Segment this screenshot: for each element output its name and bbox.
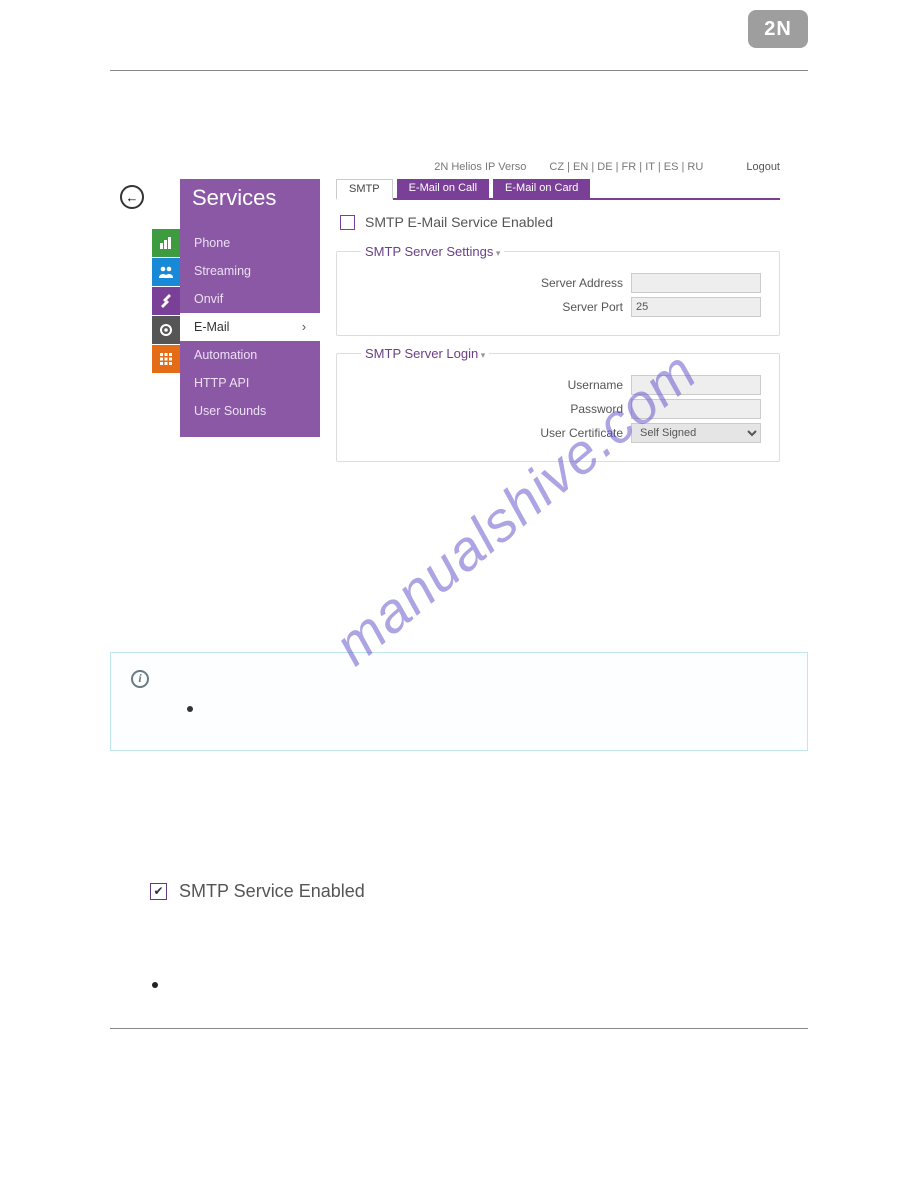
tab-email-on-call[interactable]: E-Mail on Call bbox=[397, 179, 489, 198]
smtp-enable-row: SMTP E-Mail Service Enabled bbox=[336, 200, 780, 244]
info-note-box: i bbox=[110, 652, 808, 751]
logout-link[interactable]: Logout bbox=[746, 161, 780, 173]
tools-icon[interactable] bbox=[152, 287, 180, 315]
grid-icon[interactable] bbox=[152, 345, 180, 373]
group-smtp-server-legend[interactable]: SMTP Server Settings bbox=[361, 244, 504, 259]
group-smtp-login-legend[interactable]: SMTP Server Login bbox=[361, 346, 489, 361]
brand-logo: 2N bbox=[748, 10, 808, 48]
tab-email-on-card[interactable]: E-Mail on Card bbox=[493, 179, 590, 198]
row-user-certificate: User Certificate Self Signed bbox=[355, 423, 761, 443]
sidebar-item-email[interactable]: E-Mail bbox=[180, 313, 320, 341]
select-user-certificate[interactable]: Self Signed bbox=[631, 423, 761, 443]
product-name: 2N Helios IP Verso bbox=[434, 161, 526, 173]
language-switcher[interactable]: CZ | EN | DE | FR | IT | ES | RU bbox=[549, 161, 703, 173]
tab-smtp[interactable]: SMTP bbox=[336, 179, 393, 200]
sidebar-title: Services bbox=[180, 179, 320, 229]
input-username[interactable] bbox=[631, 375, 761, 395]
standalone-label: SMTP Service Enabled bbox=[179, 881, 365, 902]
label-user-certificate: User Certificate bbox=[540, 426, 623, 440]
icon-strip bbox=[152, 229, 180, 437]
row-server-address: Server Address bbox=[355, 273, 761, 293]
label-username: Username bbox=[568, 378, 623, 392]
input-server-port[interactable] bbox=[631, 297, 761, 317]
sidebar: Services Phone Streaming Onvif E-Mail Au… bbox=[180, 179, 320, 437]
standalone-checkbox[interactable] bbox=[150, 883, 167, 900]
info-bullet bbox=[187, 706, 193, 712]
group-smtp-login: SMTP Server Login Username Password User… bbox=[336, 346, 780, 462]
label-password: Password bbox=[570, 402, 623, 416]
input-server-address[interactable] bbox=[631, 273, 761, 293]
top-divider bbox=[110, 70, 808, 71]
back-button[interactable]: ← bbox=[120, 185, 144, 209]
input-password[interactable] bbox=[631, 399, 761, 419]
bars-icon[interactable] bbox=[152, 229, 180, 257]
sidebar-item-usersounds[interactable]: User Sounds bbox=[180, 397, 320, 425]
sidebar-item-httpapi[interactable]: HTTP API bbox=[180, 369, 320, 397]
sidebar-item-streaming[interactable]: Streaming bbox=[180, 257, 320, 285]
footer-divider bbox=[110, 1028, 808, 1029]
arrow-left-icon: ← bbox=[126, 190, 139, 205]
content-area: SMTP E-Mail on Call E-Mail on Card SMTP … bbox=[320, 179, 780, 472]
label-server-address: Server Address bbox=[541, 276, 623, 290]
smtp-enable-checkbox[interactable] bbox=[340, 215, 355, 230]
row-server-port: Server Port bbox=[355, 297, 761, 317]
label-server-port: Server Port bbox=[562, 300, 623, 314]
group-smtp-server: SMTP Server Settings Server Address Serv… bbox=[336, 244, 780, 336]
smtp-enable-label: SMTP E-Mail Service Enabled bbox=[365, 214, 553, 230]
row-username: Username bbox=[355, 375, 761, 395]
info-icon: i bbox=[131, 670, 149, 688]
body-bullet bbox=[152, 982, 158, 988]
tab-bar: SMTP E-Mail on Call E-Mail on Card bbox=[336, 179, 780, 200]
standalone-smtp-enabled: SMTP Service Enabled bbox=[150, 881, 808, 902]
row-password: Password bbox=[355, 399, 761, 419]
sidebar-item-automation[interactable]: Automation bbox=[180, 341, 320, 369]
sidebar-item-phone[interactable]: Phone bbox=[180, 229, 320, 257]
users-icon[interactable] bbox=[152, 258, 180, 286]
gear-icon[interactable] bbox=[152, 316, 180, 344]
app-screenshot: manualshive.com 2N Helios IP Verso CZ | … bbox=[120, 161, 780, 472]
sidebar-item-onvif[interactable]: Onvif bbox=[180, 285, 320, 313]
app-header: 2N Helios IP Verso CZ | EN | DE | FR | I… bbox=[120, 161, 780, 179]
